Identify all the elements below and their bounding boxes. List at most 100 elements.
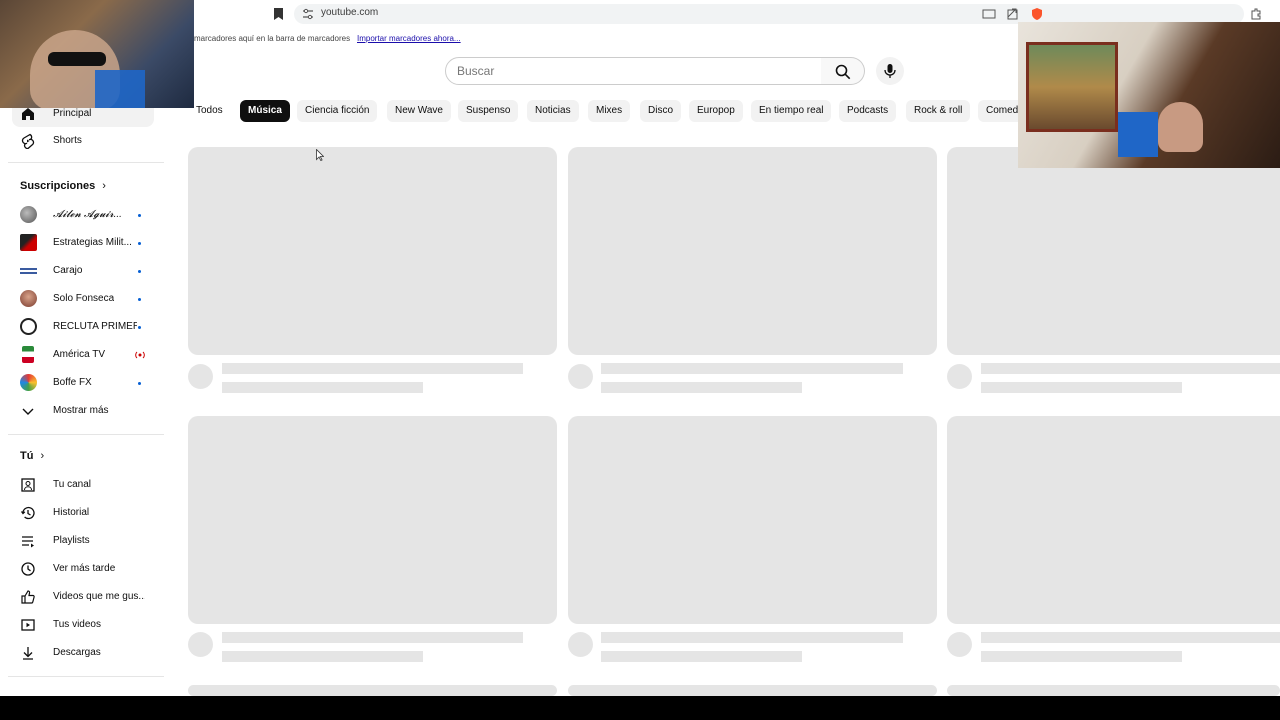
sidebar-item-subscription[interactable]: Solo Fonseca (12, 286, 154, 312)
avatar (20, 374, 37, 391)
video-thumbnail-placeholder[interactable] (188, 416, 557, 624)
subscriptions-heading[interactable]: Suscripciones › (20, 180, 106, 192)
show-more-button[interactable]: Mostrar más (12, 398, 154, 424)
sidebar-item-subscription[interactable]: RECLUTA PRIMER (12, 314, 154, 340)
clock-icon (21, 562, 35, 576)
sidebar-item-shorts[interactable]: Shorts (12, 128, 154, 154)
new-content-dot (138, 382, 141, 385)
sidebar-item-label: Shorts (53, 135, 82, 146)
chip-europop[interactable]: Europop (689, 100, 743, 122)
sidebar-item-label: RECLUTA PRIMER (53, 321, 137, 332)
meta-placeholder (601, 651, 802, 662)
chevron-down-icon (22, 408, 34, 415)
sidebar-item-playlists[interactable]: Playlists (12, 528, 154, 554)
new-content-dot (138, 242, 141, 245)
search-button[interactable] (821, 57, 865, 85)
voice-search-button[interactable] (876, 57, 904, 85)
channel-avatar-placeholder (188, 364, 213, 389)
chip-noticias[interactable]: Noticias (527, 100, 579, 122)
title-placeholder (222, 632, 523, 643)
sidebar-item-historial[interactable]: Historial (12, 500, 154, 526)
title-placeholder (601, 363, 903, 374)
meta-placeholder (981, 382, 1182, 393)
chip-ciencia-ficcion[interactable]: Ciencia ficción (297, 100, 378, 122)
search-input[interactable] (446, 58, 821, 84)
share-icon[interactable] (1006, 7, 1020, 21)
channel-avatar-placeholder (947, 632, 972, 657)
sidebar-item-label: 𝓐𝓲𝓵𝓮𝓷 𝓐𝓰𝓾𝓲𝓻... (53, 209, 122, 220)
url-text: youtube.com (321, 7, 379, 18)
chip-mixes[interactable]: Mixes (588, 100, 631, 122)
chip-suspenso[interactable]: Suspenso (458, 100, 519, 122)
channel-avatar-placeholder (188, 632, 213, 657)
microphone-icon (884, 64, 896, 78)
sidebar-item-subscription[interactable]: 𝓐𝓲𝓵𝓮𝓷 𝓐𝓰𝓾𝓲𝓻... (12, 202, 154, 228)
home-icon (22, 108, 34, 120)
sidebar-item-subscription[interactable]: Boffe FX (12, 370, 154, 396)
sidebar-item-tu-canal[interactable]: Tu canal (12, 472, 154, 498)
download-icon (23, 647, 33, 660)
sidebar-item-label: Carajo (53, 265, 83, 276)
chip-podcasts[interactable]: Podcasts (839, 100, 897, 122)
sidebar-item-videos-que-me-gustan[interactable]: Videos que me gus... (12, 584, 154, 610)
sidebar-item-label: Estrategias Milit... (53, 237, 132, 248)
title-placeholder (981, 363, 1280, 374)
sidebar-item-label: Tu canal (53, 479, 91, 490)
sidebar-item-subscription[interactable]: América TV (12, 342, 154, 368)
mouse-cursor-icon (316, 149, 324, 161)
video-thumbnail-placeholder[interactable] (568, 416, 937, 624)
sidebar-item-label: Principal (53, 108, 92, 119)
bookmark-icon[interactable] (274, 8, 283, 20)
playlist-icon (22, 536, 34, 548)
new-content-dot (138, 270, 141, 273)
chip-rock-roll[interactable]: Rock & roll (906, 100, 971, 122)
video-thumbnail-placeholder[interactable] (947, 416, 1280, 624)
channel-avatar-placeholder (568, 632, 593, 657)
channel-icon (21, 478, 35, 492)
letterbox-bar (0, 696, 1280, 720)
brave-shield-icon[interactable] (1030, 7, 1044, 21)
chip-comedia[interactable]: Comed (978, 100, 1018, 122)
chip-todos[interactable]: Todos (188, 100, 231, 122)
shorts-icon (21, 133, 35, 149)
video-icon (21, 619, 35, 631)
sidebar-item-label: Videos que me gus... (53, 591, 145, 602)
show-more-label: Mostrar más (53, 405, 109, 416)
avatar (20, 234, 37, 251)
sidebar-item-subscription[interactable]: Estrategias Milit... (12, 230, 154, 256)
chevron-right-icon: › (102, 180, 106, 192)
video-thumbnail-placeholder[interactable] (947, 685, 1280, 696)
new-content-dot (138, 214, 141, 217)
avatar (20, 318, 37, 335)
sidebar-item-label: Descargas (53, 647, 101, 658)
sidebar-item-tus-videos[interactable]: Tus videos (12, 612, 154, 638)
chip-new-wave[interactable]: New Wave (387, 100, 451, 122)
subscriptions-title: Suscripciones (20, 180, 96, 192)
sidebar-item-ver-mas-tarde[interactable]: Ver más tarde (12, 556, 154, 582)
sidebar-item-label: Ver más tarde (53, 563, 116, 574)
sidebar-item-descargas[interactable]: Descargas (12, 640, 154, 666)
avatar (20, 206, 37, 223)
chip-musica[interactable]: Música (240, 100, 290, 122)
divider (8, 162, 164, 163)
extensions-icon[interactable] (1249, 7, 1263, 21)
video-thumbnail-placeholder[interactable] (568, 685, 937, 696)
meta-placeholder (981, 651, 1182, 662)
you-title: Tú (20, 450, 34, 462)
you-heading[interactable]: Tú › (20, 450, 44, 462)
avatar (22, 346, 34, 363)
address-bar[interactable]: youtube.com (294, 4, 1244, 24)
chip-en-tiempo-real[interactable]: En tiempo real (751, 100, 832, 122)
video-thumbnail-placeholder[interactable] (188, 147, 557, 355)
sidebar-item-label: Historial (53, 507, 90, 518)
webcam-overlay (0, 0, 194, 108)
site-settings-icon[interactable] (302, 8, 314, 20)
sidebar-item-subscription[interactable]: Carajo (12, 258, 154, 284)
chip-disco[interactable]: Disco (640, 100, 682, 122)
cast-icon[interactable] (982, 7, 996, 21)
video-thumbnail-placeholder[interactable] (188, 685, 557, 696)
import-bookmarks-link[interactable]: Importar marcadores ahora... (357, 34, 461, 43)
video-thumbnail-placeholder[interactable] (568, 147, 937, 355)
video-thumbnail-placeholder[interactable] (947, 147, 1280, 355)
search-box (445, 57, 822, 85)
